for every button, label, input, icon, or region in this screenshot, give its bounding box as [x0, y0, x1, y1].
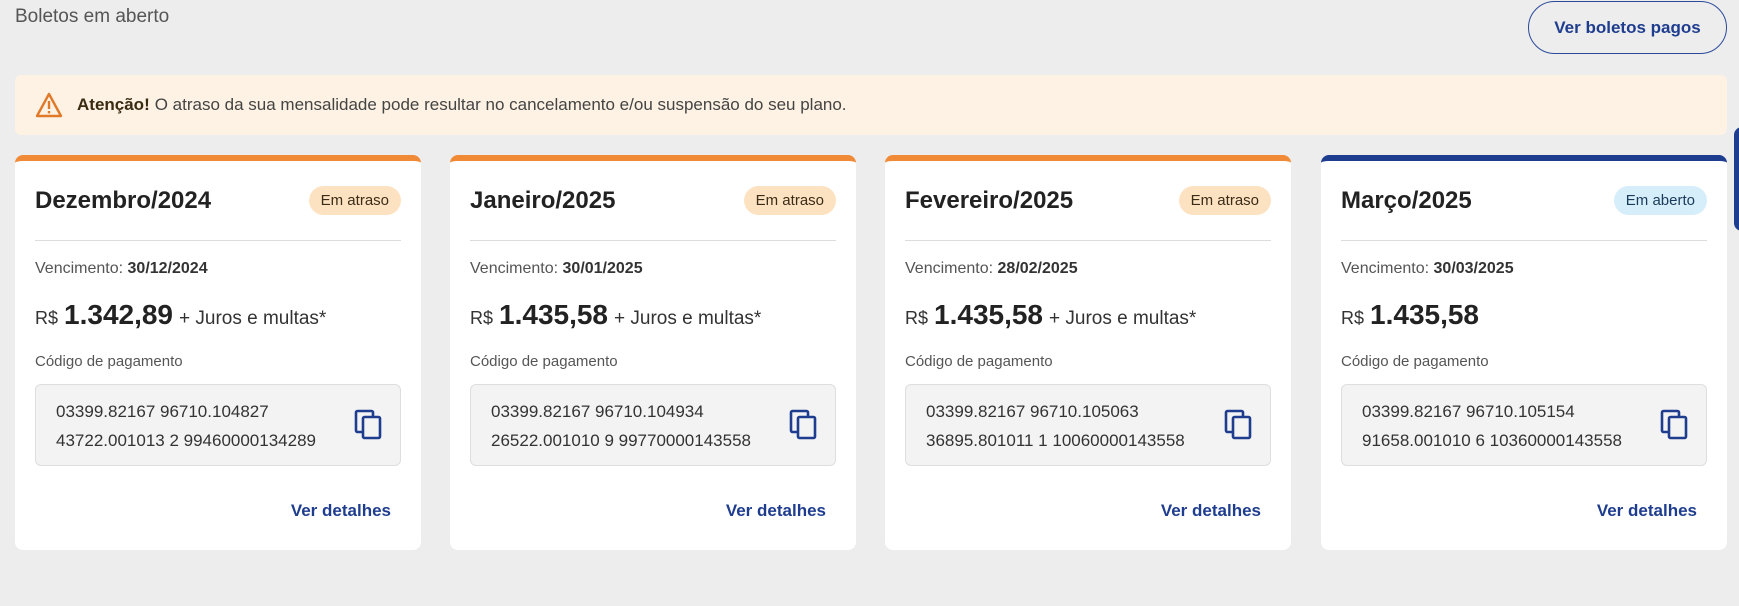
due-date: Vencimento: 30/01/2025 [470, 260, 643, 278]
amount-value: 1.342,89 [64, 299, 174, 330]
bill-card: Janeiro/2025 Em atraso Vencimento: 30/01… [450, 155, 856, 550]
payment-code-label: Código de pagamento [905, 353, 1053, 370]
payment-code-label: Código de pagamento [35, 353, 183, 370]
copy-icon[interactable] [1224, 409, 1254, 441]
payment-code-box: 03399.82167 96710.105154 91658.001010 6 … [1341, 384, 1707, 466]
status-badge: Em atraso [1178, 186, 1271, 215]
bill-card: Dezembro/2024 Em atraso Vencimento: 30/1… [15, 155, 421, 550]
card-header: Fevereiro/2025 Em atraso [905, 161, 1271, 241]
payment-code-box: 03399.82167 96710.104934 26522.001010 9 … [470, 384, 836, 466]
payment-code-line: 03399.82167 96710.105063 [926, 402, 1139, 421]
bill-amount: R$ 1.435,58 [1341, 299, 1485, 331]
view-paid-bills-button[interactable]: Ver boletos pagos [1528, 1, 1727, 54]
status-badge: Em aberto [1613, 186, 1707, 215]
bill-amount: R$ 1.435,58 + Juros e multas* [905, 299, 1196, 331]
due-date-value: 30/12/2024 [127, 260, 208, 277]
card-month: Março/2025 [1341, 186, 1472, 214]
card-header: Janeiro/2025 Em atraso [470, 161, 836, 241]
due-date: Vencimento: 30/03/2025 [1341, 260, 1514, 278]
card-header: Março/2025 Em aberto [1341, 161, 1707, 241]
amount-value: 1.435,58 [1370, 299, 1480, 330]
payment-code-line: 26522.001010 9 99770000143558 [491, 431, 751, 450]
payment-code-box: 03399.82167 96710.104827 43722.001013 2 … [35, 384, 401, 466]
due-date-value: 30/01/2025 [562, 260, 643, 277]
alert-strong-text: Atenção! [77, 95, 150, 114]
warning-icon [35, 92, 63, 118]
payment-code-line: 03399.82167 96710.104934 [491, 402, 704, 421]
due-date: Vencimento: 28/02/2025 [905, 260, 1078, 278]
currency-symbol: R$ [905, 308, 929, 328]
amount-value: 1.435,58 [934, 299, 1044, 330]
due-label: Vencimento: [905, 260, 994, 277]
status-badge: Em atraso [308, 186, 401, 215]
payment-code-box: 03399.82167 96710.105063 36895.801011 1 … [905, 384, 1271, 466]
fees-note: + Juros e multas* [614, 308, 762, 329]
due-date: Vencimento: 30/12/2024 [35, 260, 208, 278]
due-date-value: 28/02/2025 [997, 260, 1078, 277]
card-header: Dezembro/2024 Em atraso [35, 161, 401, 241]
bill-cards: Dezembro/2024 Em atraso Vencimento: 30/1… [15, 155, 1727, 550]
copy-icon[interactable] [789, 409, 819, 441]
copy-icon[interactable] [1660, 409, 1690, 441]
alert-text: O atraso da sua mensalidade pode resulta… [154, 95, 847, 114]
copy-icon[interactable] [354, 409, 384, 441]
card-month: Dezembro/2024 [35, 186, 212, 214]
status-badge: Em atraso [743, 186, 836, 215]
page-title: Boletos em aberto [15, 6, 170, 27]
fees-note: + Juros e multas* [179, 308, 327, 329]
side-edge-tab[interactable] [1734, 127, 1739, 231]
due-date-value: 30/03/2025 [1433, 260, 1514, 277]
payment-code-line: 91658.001010 6 10360000143558 [1362, 431, 1622, 450]
bill-amount: R$ 1.435,58 + Juros e multas* [470, 299, 761, 331]
currency-symbol: R$ [470, 308, 494, 328]
view-details-link[interactable]: Ver detalhes [291, 501, 391, 521]
currency-symbol: R$ [35, 308, 59, 328]
due-label: Vencimento: [35, 260, 124, 277]
due-label: Vencimento: [1341, 260, 1430, 277]
due-label: Vencimento: [470, 260, 559, 277]
view-details-link[interactable]: Ver detalhes [1597, 501, 1697, 521]
payment-code-line: 43722.001013 2 99460000134289 [56, 431, 316, 450]
bill-amount: R$ 1.342,89 + Juros e multas* [35, 299, 326, 331]
view-details-link[interactable]: Ver detalhes [1161, 501, 1261, 521]
payment-code-line: 36895.801011 1 10060000143558 [926, 431, 1185, 450]
payment-code-line: 03399.82167 96710.105154 [1362, 402, 1575, 421]
card-month: Fevereiro/2025 [905, 186, 1074, 214]
payment-code-line: 03399.82167 96710.104827 [56, 402, 269, 421]
view-details-link[interactable]: Ver detalhes [726, 501, 826, 521]
warning-alert: Atenção! O atraso da sua mensalidade pod… [15, 75, 1727, 135]
bill-card: Março/2025 Em aberto Vencimento: 30/03/2… [1321, 155, 1727, 550]
currency-symbol: R$ [1341, 308, 1365, 328]
fees-note: + Juros e multas* [1049, 308, 1197, 329]
card-month: Janeiro/2025 [470, 186, 616, 214]
bill-card: Fevereiro/2025 Em atraso Vencimento: 28/… [885, 155, 1291, 550]
payment-code-label: Código de pagamento [1341, 353, 1489, 370]
amount-value: 1.435,58 [499, 299, 609, 330]
payment-code-label: Código de pagamento [470, 353, 618, 370]
